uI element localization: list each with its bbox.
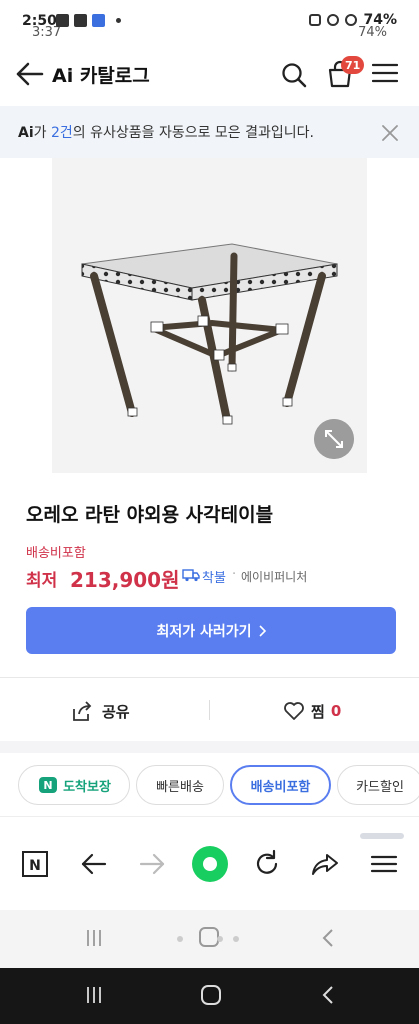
share-button[interactable]: 공유	[70, 697, 130, 725]
buy-button-label: 최저가 사러가기	[156, 623, 252, 640]
chip-label: 카드할인	[356, 779, 404, 795]
cart-count-badge: 71	[341, 56, 365, 74]
filter-chip-row: N 도착보장 빠른배송 배송비포함 카드할인	[0, 753, 419, 817]
share-icon	[73, 701, 92, 721]
lowest-price-label: 최저	[26, 571, 58, 591]
arrival-guarantee-wrap: N 도착보장	[37, 776, 111, 795]
nav-back-icon[interactable]	[320, 928, 336, 948]
system-nav-bar-ghost	[0, 910, 419, 968]
truck-icon	[182, 569, 200, 582]
chip-label: 빠른배송	[156, 779, 204, 795]
gallery-icon	[74, 14, 87, 27]
status-notification-icons	[56, 14, 121, 27]
browser-back-icon[interactable]	[79, 849, 109, 879]
notification-icon	[56, 14, 69, 27]
browser-toolbar: N	[0, 817, 419, 910]
n-delivery-icon: N	[39, 777, 58, 793]
expand-image-icon[interactable]	[314, 419, 354, 459]
naver-home-icon[interactable]: N	[20, 849, 50, 879]
scroll-indicator	[360, 833, 404, 839]
like-count: 0	[330, 702, 342, 720]
chip-arrival-guarantee[interactable]: N 도착보장	[18, 765, 130, 805]
notice-text-b: 의 유사상품을 자동으로 모은 결과입니다.	[72, 125, 314, 141]
ai-notice-bar: Ai가 2건의 유사상품을 자동으로 모은 결과입니다.	[0, 106, 419, 158]
search-icon[interactable]	[280, 61, 308, 89]
more-dot-icon	[116, 18, 121, 23]
back-icon[interactable]	[14, 60, 46, 88]
page-title: Ai 카탈로그	[52, 65, 150, 87]
chip-label: 도착보장	[63, 779, 111, 795]
ai-prefix: Ai	[18, 125, 34, 141]
divider	[0, 677, 419, 678]
alarm-icon	[327, 14, 340, 26]
recent-apps-icon[interactable]	[84, 985, 104, 1005]
lowest-price-value: 213,900원	[70, 568, 180, 592]
buy-lowest-price-button[interactable]: 최저가 사러가기	[26, 607, 396, 654]
lock-icon	[309, 14, 322, 26]
refresh-icon[interactable]	[252, 849, 282, 879]
product-title: 오레오 라탄 야외용 사각테이블	[26, 504, 274, 526]
like-label: 찜	[311, 702, 325, 721]
browser-forward-icon[interactable]	[137, 849, 167, 879]
chip-fast-delivery[interactable]: 빠른배송	[136, 765, 224, 805]
seller-name[interactable]: 에이비퍼니처	[241, 568, 307, 585]
similar-count: 2건	[50, 125, 73, 141]
home-icon[interactable]	[200, 984, 222, 1006]
status-bar: 2:50 3:37 74% 74%	[0, 0, 419, 40]
browser-menu-icon[interactable]	[369, 849, 399, 879]
battery-level-ghost: 74%	[358, 25, 387, 40]
chip-shipping-included[interactable]: 배송비포함	[230, 765, 331, 805]
like-button[interactable]: 찜 0	[283, 697, 341, 725]
green-dot-icon[interactable]	[191, 845, 229, 883]
chip-card-discount[interactable]: 카드할인	[337, 765, 419, 805]
mute-icon	[345, 14, 358, 26]
seller-separator: ·	[232, 567, 237, 582]
section-divider	[0, 741, 419, 753]
shipping-included-tag: 배송비포함	[26, 546, 86, 561]
ai-notice-text: Ai가 2건의 유사상품을 자동으로 모은 결과입니다.	[18, 122, 314, 142]
heart-icon	[284, 702, 304, 720]
chevron-right-icon	[258, 624, 266, 637]
svg-text:N: N	[43, 779, 52, 792]
recent-apps-icon[interactable]	[84, 928, 104, 948]
share-label: 공유	[102, 702, 130, 721]
home-icon[interactable]	[172, 924, 244, 950]
delivery-type-label: 착불	[202, 571, 226, 586]
svg-text:N: N	[29, 858, 41, 874]
nav-back-icon[interactable]	[320, 985, 336, 1005]
notice-text-a: 가	[33, 125, 51, 141]
status-time-ghost: 3:37	[32, 25, 62, 40]
app-icon	[92, 14, 105, 27]
chip-label: 배송비포함	[250, 779, 311, 795]
app-header: Ai 카탈로그 71	[0, 40, 419, 106]
system-nav-bar	[0, 968, 419, 1024]
browser-share-icon[interactable]	[310, 849, 340, 879]
action-separator	[209, 700, 210, 720]
menu-icon[interactable]	[372, 62, 398, 84]
close-icon[interactable]	[380, 123, 400, 143]
